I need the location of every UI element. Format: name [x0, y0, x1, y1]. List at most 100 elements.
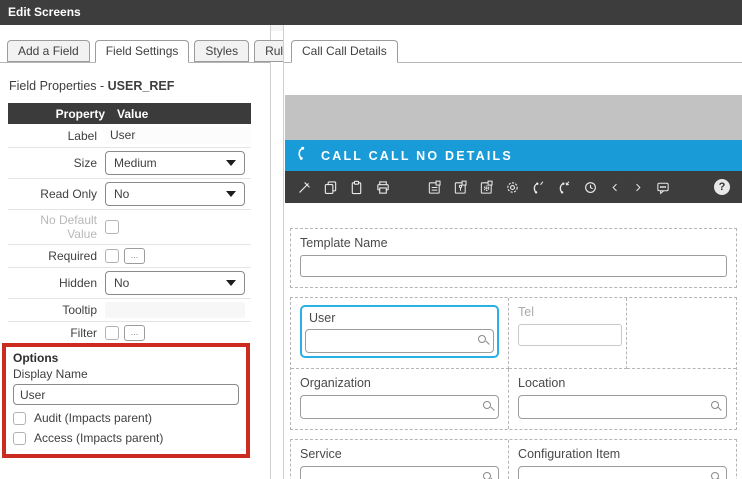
page-title: Edit Screens: [8, 5, 81, 19]
record-header-title: CALL CALL NO DETAILS: [321, 149, 513, 163]
label-value[interactable]: User: [105, 127, 251, 144]
field-properties-prefix: Field Properties -: [9, 79, 108, 93]
tab-call-call-details[interactable]: Call Call Details: [291, 40, 398, 63]
options-title: Options: [13, 351, 239, 365]
filter-checkbox[interactable]: [105, 326, 119, 340]
service-search-input[interactable]: [300, 466, 499, 479]
table-row: Required ...: [8, 245, 251, 268]
configuration-item-field-cell: Configuration Item: [509, 440, 736, 479]
hidden-dropdown-value: No: [114, 276, 129, 290]
required-checkbox[interactable]: [105, 249, 119, 263]
history-clock-icon[interactable]: [583, 180, 598, 195]
chevron-right-icon[interactable]: [632, 180, 644, 195]
template-name-label: Template Name: [300, 236, 727, 250]
configuration-item-field-label: Configuration Item: [518, 447, 727, 461]
location-field-cell: Location: [509, 369, 736, 429]
edit-screens-window: Edit Screens Add a Field Field Settings …: [0, 0, 742, 479]
size-property-name: Size: [8, 156, 105, 170]
chevron-down-icon: [226, 160, 236, 166]
read-only-dropdown-value: No: [114, 187, 129, 201]
doc-flag-icon[interactable]: [427, 180, 442, 195]
user-field-label: User: [309, 311, 494, 325]
tel-field-label: Tel: [518, 305, 617, 319]
location-search-input[interactable]: [518, 395, 727, 419]
field-properties-heading: Field Properties - USER_REF: [9, 79, 174, 93]
search-icon[interactable]: [478, 335, 486, 343]
pin-icon[interactable]: [297, 180, 312, 195]
empty-field-cell: [627, 298, 736, 369]
caller-details-section: User Tel Organization: [290, 297, 737, 430]
access-checkbox-label: Access (Impacts parent): [34, 431, 163, 445]
hidden-dropdown[interactable]: No: [105, 271, 245, 295]
organization-search-input[interactable]: [300, 395, 499, 419]
access-checkbox[interactable]: [13, 432, 26, 445]
search-icon[interactable]: [711, 401, 719, 409]
phone-receiver-icon: [296, 145, 312, 166]
printer-icon[interactable]: [375, 180, 391, 195]
table-row: Hidden No: [8, 268, 251, 299]
doc-pin-icon[interactable]: [453, 180, 468, 195]
audit-checkbox[interactable]: [13, 412, 26, 425]
service-details-section: Service Configuration Item: [290, 439, 737, 479]
tel-input[interactable]: [518, 324, 622, 346]
size-dropdown-value: Medium: [114, 156, 157, 170]
display-name-input[interactable]: [13, 384, 239, 405]
location-field-label: Location: [518, 376, 727, 390]
no-default-value-checkbox[interactable]: [105, 220, 119, 234]
chevron-left-icon[interactable]: [609, 180, 621, 195]
help-icon[interactable]: ?: [714, 179, 730, 195]
phone-out-icon[interactable]: [531, 180, 546, 195]
form-preview: Template Name User: [290, 228, 737, 479]
size-dropdown[interactable]: Medium: [105, 151, 245, 175]
preview-banner-placeholder: [285, 95, 742, 140]
table-row: Read Only No: [8, 179, 251, 210]
filter-more-button[interactable]: ...: [124, 325, 145, 341]
search-icon[interactable]: [483, 472, 491, 479]
right-tab-strip: Call Call Details: [284, 40, 742, 63]
label-property-name: Label: [8, 129, 105, 143]
clipboard-icon[interactable]: [349, 180, 364, 195]
service-field-cell: Service: [291, 440, 509, 479]
field-properties-panel: Add a Field Field Settings Styles Rules …: [0, 25, 271, 479]
organization-field-cell: Organization: [291, 369, 509, 429]
tab-add-a-field[interactable]: Add a Field: [7, 40, 90, 62]
table-row: Size Medium: [8, 148, 251, 179]
comment-icon[interactable]: [655, 180, 671, 195]
phone-in-icon[interactable]: [557, 180, 572, 195]
options-highlight-box: Options Display Name Audit (Impacts pare…: [2, 343, 250, 458]
search-icon[interactable]: [483, 401, 491, 409]
property-table: Property Value Label User Size Medium Re…: [8, 103, 251, 345]
gear-icon[interactable]: [505, 180, 520, 195]
field-name: USER_REF: [108, 79, 175, 93]
template-name-section: Template Name: [290, 228, 737, 288]
tooltip-property-name: Tooltip: [8, 303, 105, 317]
hidden-property-name: Hidden: [8, 276, 105, 290]
record-header-bar: CALL CALL NO DETAILS: [285, 140, 742, 171]
table-row: Label User: [8, 124, 251, 148]
read-only-dropdown[interactable]: No: [105, 182, 245, 206]
tab-styles[interactable]: Styles: [194, 40, 249, 62]
doc-gear-icon[interactable]: [479, 180, 494, 195]
display-name-label: Display Name: [13, 367, 239, 381]
filter-property-name: Filter: [8, 326, 105, 340]
template-name-input[interactable]: [300, 255, 727, 277]
record-toolbar: ?: [285, 171, 742, 203]
table-row: No Default Value: [8, 210, 251, 245]
required-more-button[interactable]: ...: [124, 248, 145, 264]
value-column-header: Value: [105, 107, 148, 121]
copy-icon[interactable]: [323, 180, 338, 195]
configuration-item-search-input[interactable]: [518, 466, 727, 479]
tooltip-field[interactable]: [105, 302, 245, 318]
search-icon[interactable]: [711, 472, 719, 479]
selected-field-highlight[interactable]: User: [300, 305, 499, 358]
organization-field-label: Organization: [300, 376, 499, 390]
table-row: Filter ...: [8, 322, 251, 345]
tab-field-settings[interactable]: Field Settings: [95, 40, 190, 63]
user-search-input[interactable]: [305, 329, 494, 353]
property-table-header: Property Value: [8, 103, 251, 124]
audit-checkbox-label: Audit (Impacts parent): [34, 411, 152, 425]
window-title-bar: Edit Screens: [0, 0, 742, 25]
left-tab-strip: Add a Field Field Settings Styles Rules: [0, 40, 270, 63]
chevron-down-icon: [226, 280, 236, 286]
user-field-cell: User: [291, 298, 509, 369]
